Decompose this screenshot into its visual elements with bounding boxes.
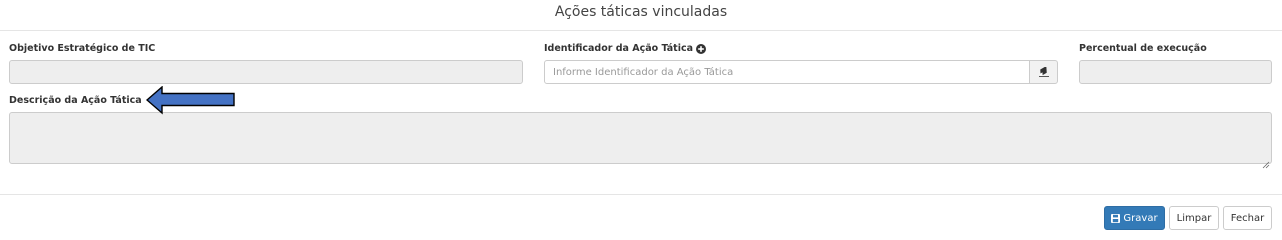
percentual-label: Percentual de execução — [1079, 43, 1207, 54]
clear-button[interactable]: Limpar — [1169, 206, 1219, 230]
plus-circle-icon[interactable] — [696, 43, 706, 54]
identificador-input[interactable] — [544, 60, 1030, 84]
clear-identificador-button[interactable] — [1029, 60, 1058, 84]
arrow-left-icon — [145, 85, 238, 120]
modal-footer-divider — [0, 194, 1282, 195]
save-button[interactable]: Gravar — [1104, 206, 1165, 230]
floppy-disk-icon — [1111, 213, 1121, 223]
close-button[interactable]: Fechar — [1223, 206, 1272, 230]
modal-header: Ações táticas vinculadas — [0, 0, 1282, 31]
percentual-field — [1079, 60, 1272, 84]
objetivo-field — [9, 60, 523, 84]
descricao-label: Descrição da Ação Tática — [9, 95, 142, 106]
modal-title: Ações táticas vinculadas — [554, 4, 728, 20]
objetivo-label: Objetivo Estratégico de TIC — [9, 43, 156, 54]
identificador-label-group: Identificador da Ação Tática — [544, 43, 706, 54]
identificador-label: Identificador da Ação Tática — [544, 43, 693, 54]
identificador-input-group — [544, 60, 1058, 84]
eraser-icon — [1038, 67, 1050, 77]
save-button-label: Gravar — [1123, 212, 1158, 224]
